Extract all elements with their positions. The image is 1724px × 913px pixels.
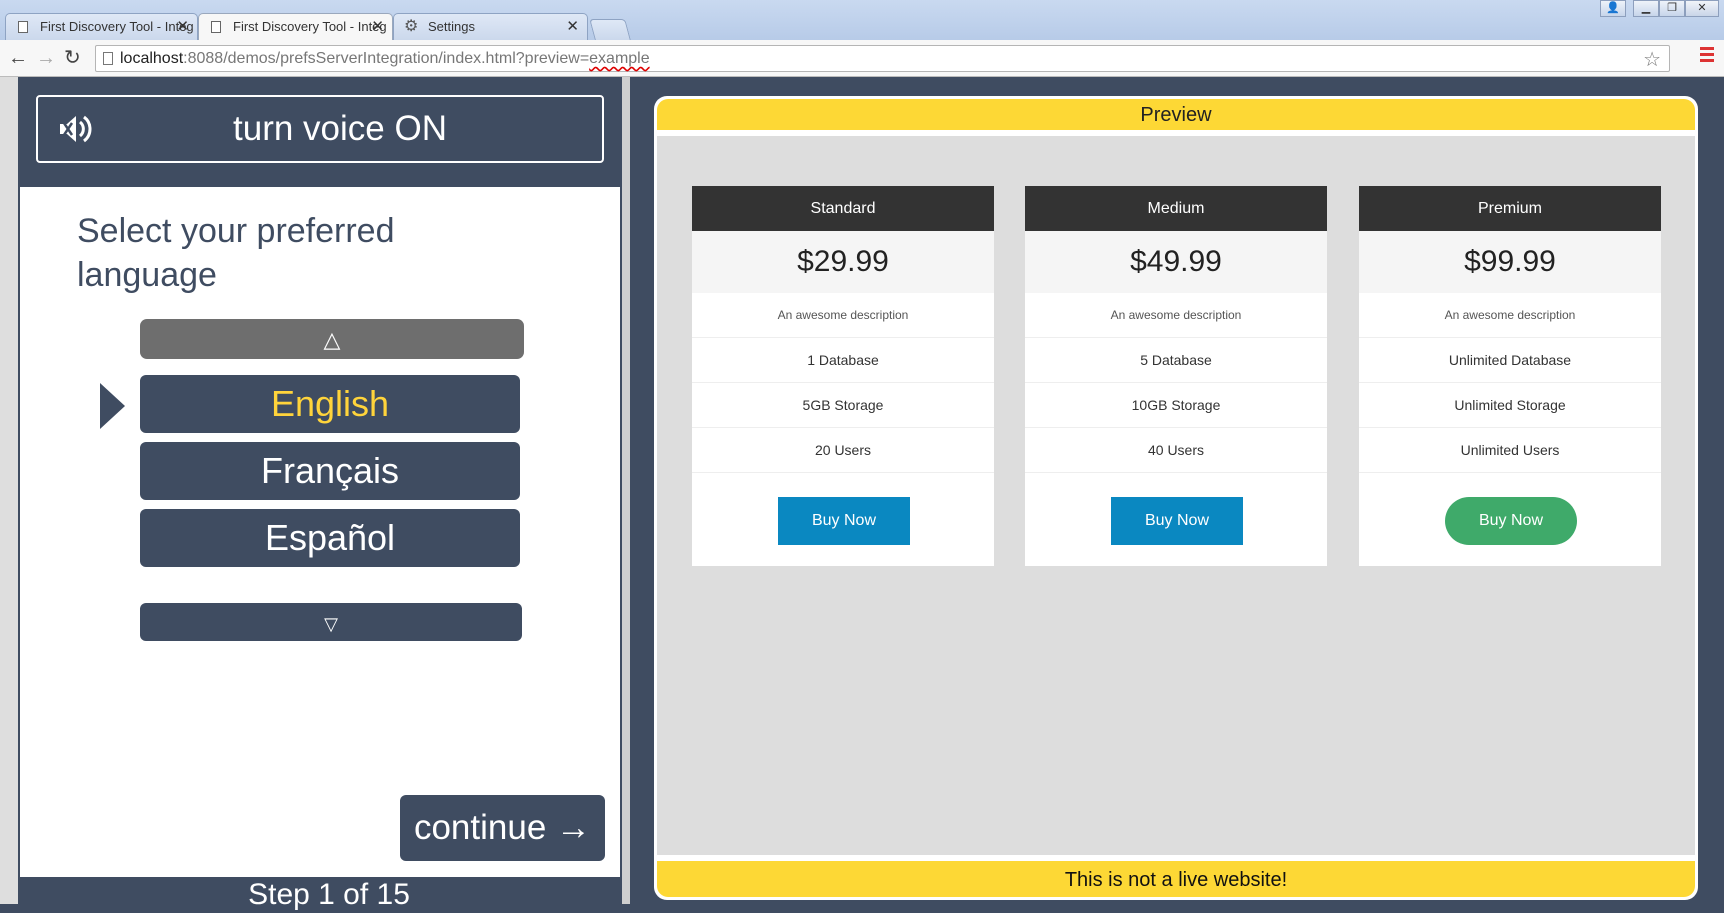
preview-frame: Preview Standard $29.99 An awesome descr… xyxy=(654,96,1698,900)
scroll-down-button[interactable]: ▽ xyxy=(140,603,522,641)
address-bar[interactable]: localhost:8088/demos/prefsServerIntegrat… xyxy=(95,45,1670,72)
pricing-card-standard: Standard $29.99 An awesome description 1… xyxy=(692,186,994,566)
page-icon xyxy=(103,52,113,65)
plan-feature: 10GB Storage xyxy=(1025,383,1327,428)
selection-pointer-icon xyxy=(100,383,125,429)
close-tab-icon[interactable]: ✕ xyxy=(566,14,579,40)
close-tab-icon[interactable]: ✕ xyxy=(371,14,384,40)
page-content: turn voice ON Select your preferred lang… xyxy=(0,77,1724,911)
user-icon[interactable]: 👤 xyxy=(1600,0,1626,17)
plan-feature: Unlimited Database xyxy=(1359,338,1661,383)
plan-feature: Unlimited Users xyxy=(1359,428,1661,473)
browser-tab-bar: First Discovery Tool - Integ ✕ First Dis… xyxy=(0,0,1724,41)
divider xyxy=(622,77,630,904)
browser-tab[interactable]: ⚙ Settings ✕ xyxy=(393,13,588,40)
tab-title: First Discovery Tool - Integ xyxy=(40,19,194,34)
buy-now-button[interactable]: Buy Now xyxy=(778,497,910,545)
scroll-up-button[interactable]: △ xyxy=(140,319,524,359)
browser-tab-active[interactable]: First Discovery Tool - Integ ✕ xyxy=(198,13,393,41)
preview-body: Standard $29.99 An awesome description 1… xyxy=(657,136,1695,855)
restore-icon[interactable]: ❐ xyxy=(1659,0,1685,17)
back-icon[interactable]: ← xyxy=(8,46,28,70)
language-option-espanol[interactable]: Español xyxy=(140,509,520,567)
url-text: localhost:8088/demos/prefsServerIntegrat… xyxy=(120,50,650,67)
voice-toggle-label: turn voice ON xyxy=(233,109,447,148)
forward-icon[interactable]: → xyxy=(36,46,56,70)
plan-description: An awesome description xyxy=(1025,293,1327,338)
new-tab-button[interactable] xyxy=(589,19,631,40)
plan-description: An awesome description xyxy=(1359,293,1661,338)
left-margin xyxy=(0,77,18,904)
buy-now-button[interactable]: Buy Now xyxy=(1445,497,1577,545)
step-indicator: Step 1 of 15 xyxy=(248,878,410,911)
continue-button[interactable]: continue → xyxy=(400,795,605,861)
language-panel: Select your preferred language △ English… xyxy=(20,187,620,877)
minimize-icon[interactable]: ▁ xyxy=(1633,0,1659,17)
plan-feature: 40 Users xyxy=(1025,428,1327,473)
buy-now-button[interactable]: Buy Now xyxy=(1111,497,1243,545)
pricing-card-premium: Premium $99.99 An awesome description Un… xyxy=(1359,186,1661,566)
plan-feature: 5GB Storage xyxy=(692,383,994,428)
pricing-card-medium: Medium $49.99 An awesome description 5 D… xyxy=(1025,186,1327,566)
plan-price: $99.99 xyxy=(1359,231,1661,293)
plan-feature: Unlimited Storage xyxy=(1359,383,1661,428)
browser-toolbar: ← → ↻ localhost:8088/demos/prefsServerIn… xyxy=(0,40,1724,77)
plan-description: An awesome description xyxy=(692,293,994,338)
plan-price: $49.99 xyxy=(1025,231,1327,293)
plan-feature: 20 Users xyxy=(692,428,994,473)
preview-footer: This is not a live website! xyxy=(657,861,1695,897)
gear-icon: ⚙ xyxy=(404,18,419,35)
window-close-icon[interactable]: ✕ xyxy=(1685,0,1719,17)
reload-icon[interactable]: ↻ xyxy=(64,46,81,70)
tab-title: First Discovery Tool - Integ xyxy=(233,19,387,34)
first-discovery-tool: turn voice ON Select your preferred lang… xyxy=(18,77,622,911)
plan-name: Medium xyxy=(1025,186,1327,231)
close-tab-icon[interactable]: ✕ xyxy=(176,14,189,40)
plan-price: $29.99 xyxy=(692,231,994,293)
bookmark-star-icon[interactable]: ☆ xyxy=(1643,47,1661,72)
plan-feature: 1 Database xyxy=(692,338,994,383)
plan-name: Standard xyxy=(692,186,994,231)
menu-icon[interactable] xyxy=(1700,47,1714,67)
page-icon xyxy=(211,21,221,33)
preview-header: Preview xyxy=(657,99,1695,130)
page-icon xyxy=(18,21,28,33)
voice-toggle-button[interactable]: turn voice ON xyxy=(36,95,604,163)
language-option-english[interactable]: English xyxy=(140,375,520,433)
plan-feature: 5 Database xyxy=(1025,338,1327,383)
plan-name: Premium xyxy=(1359,186,1661,231)
browser-tab[interactable]: First Discovery Tool - Integ ✕ xyxy=(5,13,198,40)
language-option-francais[interactable]: Français xyxy=(140,442,520,500)
prompt-heading: Select your preferred language xyxy=(77,212,395,294)
tab-title: Settings xyxy=(428,19,475,34)
